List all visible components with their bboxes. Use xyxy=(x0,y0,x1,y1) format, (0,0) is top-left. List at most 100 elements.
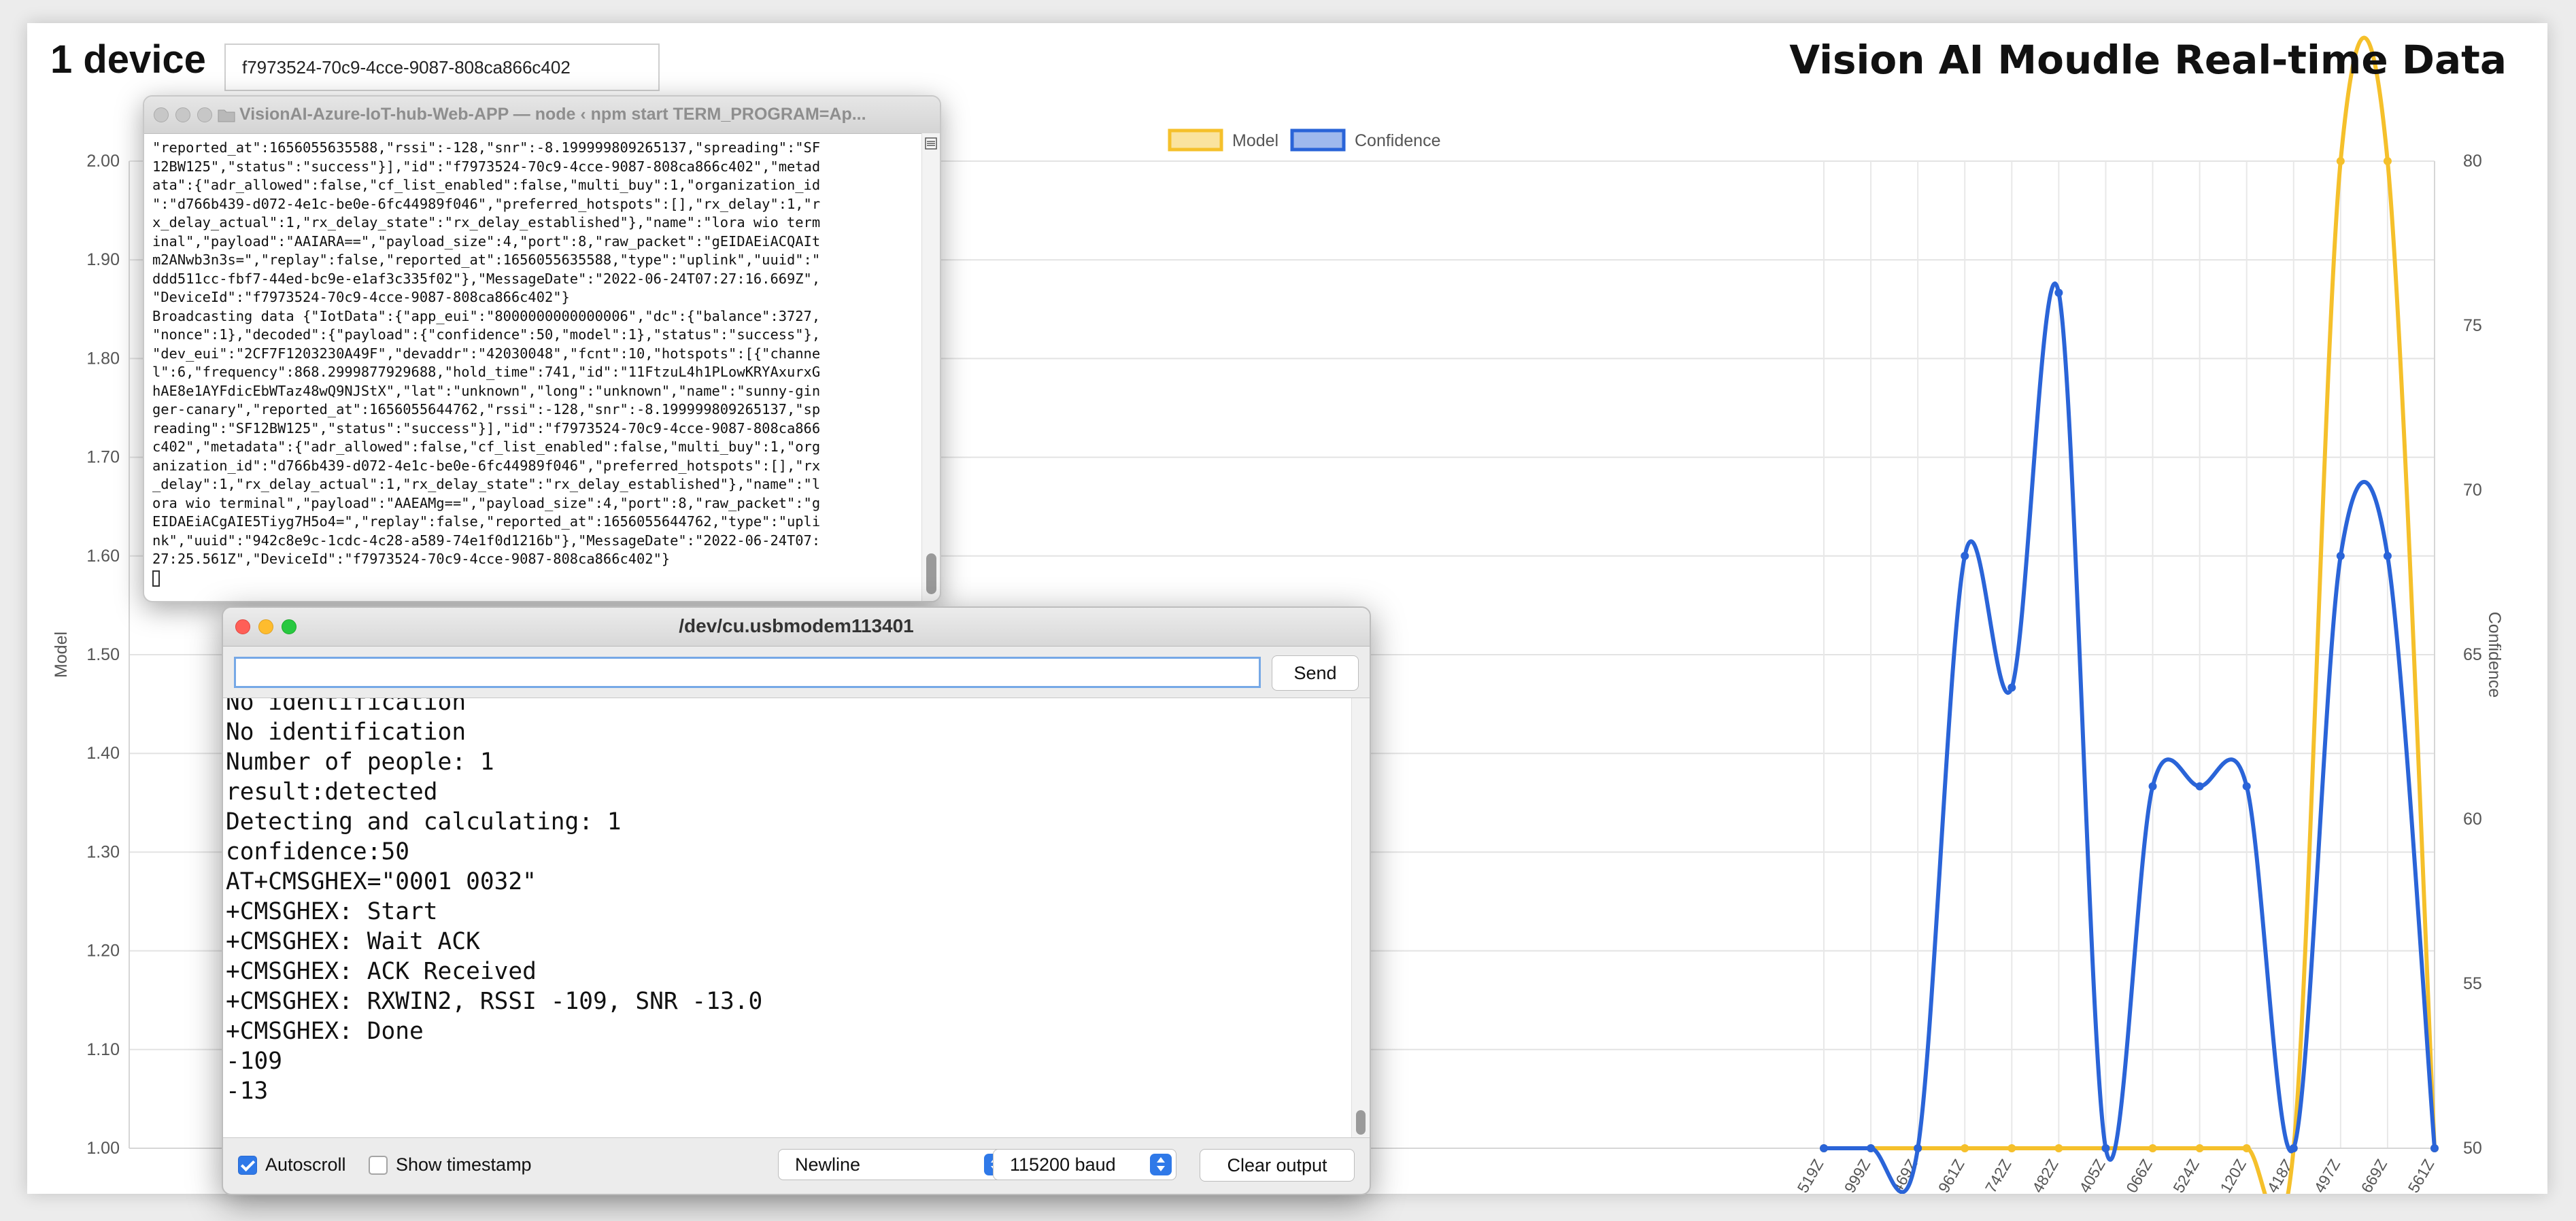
page-title: Vision AI Moudle Real-time Data xyxy=(1789,37,2507,83)
x-tick-label: 482Z xyxy=(2029,1156,2062,1194)
terminal-line: ddd511cc-fbf7-44ed-bc9e-e1af3c335f02"},"… xyxy=(152,270,821,287)
y-tick-right: 65 xyxy=(2463,645,2482,664)
data-point-confidence xyxy=(2383,551,2392,560)
terminal-line: EIDAEiACgAIE5Tiyg7H5o4=","replay":false,… xyxy=(152,513,821,530)
x-tick-label: 742Z xyxy=(1982,1156,2015,1194)
y-tick-right: 70 xyxy=(2463,481,2482,500)
x-tick-label: 405Z xyxy=(2075,1156,2109,1194)
serial-output-line: No identification xyxy=(226,698,467,716)
zoom-icon[interactable] xyxy=(197,107,212,122)
folder-icon xyxy=(218,109,235,122)
x-tick-label: 669Z xyxy=(2358,1156,2391,1194)
serial-title-bar[interactable]: /dev/cu.usbmodem113401 xyxy=(223,608,1370,647)
device-id-input[interactable] xyxy=(224,44,660,91)
terminal-line: 12BW125","status":"success"}],"id":"f797… xyxy=(152,158,821,175)
data-point-confidence xyxy=(2242,782,2251,791)
serial-output-line: +CMSGHEX: Done xyxy=(226,1018,424,1045)
terminal-line: "dev_eui":"2CF7F1203230A49F","devaddr":"… xyxy=(152,345,821,362)
serial-scrollbar[interactable] xyxy=(1351,698,1370,1137)
serial-footer: Autoscroll Show timestamp Newline 115200… xyxy=(223,1137,1370,1194)
x-tick-label: 120Z xyxy=(2216,1156,2250,1194)
baud-rate-select[interactable]: 115200 baud xyxy=(993,1149,1176,1180)
terminal-line: "DeviceId":"f7973524-70c9-4cce-9087-808c… xyxy=(152,289,570,305)
y-tick-left: 1.20 xyxy=(86,942,120,961)
data-point-model xyxy=(1961,1144,1969,1152)
show-timestamp-label[interactable]: Show timestamp xyxy=(396,1154,532,1175)
data-point-model xyxy=(2054,1144,2063,1152)
autoscroll-label[interactable]: Autoscroll xyxy=(265,1154,346,1175)
y-tick-right: 50 xyxy=(2463,1139,2482,1158)
terminal-window[interactable]: VisionAI-Azure-IoT-hub-Web-APP — node ‹ … xyxy=(143,95,941,602)
serial-monitor-window[interactable]: /dev/cu.usbmodem113401 Send No identific… xyxy=(222,606,1371,1195)
y-tick-left: 1.50 xyxy=(86,645,120,664)
y-tick-left: 1.60 xyxy=(86,547,120,566)
split-pane-icon[interactable] xyxy=(925,137,937,150)
y-tick-left: 1.90 xyxy=(86,250,120,269)
terminal-cursor xyxy=(152,570,160,587)
line-ending-select[interactable]: Newline xyxy=(778,1149,1011,1180)
x-tick-label: 561Z xyxy=(2405,1156,2438,1194)
data-point-model xyxy=(2242,1144,2251,1152)
show-timestamp-checkbox[interactable] xyxy=(369,1156,388,1175)
data-point-confidence xyxy=(1820,1144,1828,1152)
terminal-line: inal","payload":"AAIARA==","payload_size… xyxy=(152,233,821,250)
x-tick-label: 961Z xyxy=(1935,1156,1968,1194)
terminal-line: _delay":1,"rx_delay_actual":1,"rx_delay_… xyxy=(152,476,821,492)
legend-label-model: Model xyxy=(1232,131,1278,150)
serial-output-line: confidence:50 xyxy=(226,838,410,865)
terminal-line: anization_id":"d766b439-d072-4e1c-be0e-6… xyxy=(152,457,821,474)
terminal-line: ":"d766b439-d072-4e1c-be0e-6fc44989f046"… xyxy=(152,195,821,212)
select-arrows-icon xyxy=(1150,1154,1172,1175)
terminal-line: c402","metadata":{"adr_allowed":false,"c… xyxy=(152,438,821,455)
serial-output-line: +CMSGHEX: Wait ACK xyxy=(226,928,480,955)
y-tick-right: 55 xyxy=(2463,974,2482,993)
line-ending-value: Newline xyxy=(795,1154,861,1175)
legend-label-confidence: Confidence xyxy=(1355,131,1440,150)
legend-swatch-model xyxy=(1168,128,1223,152)
y-tick-left: 1.10 xyxy=(86,1040,120,1059)
terminal-title-bar[interactable]: VisionAI-Azure-IoT-hub-Web-APP — node ‹ … xyxy=(144,97,940,134)
device-count: 1 device xyxy=(50,37,206,82)
data-point-confidence xyxy=(1961,551,1969,560)
data-point-model xyxy=(2195,1144,2204,1152)
data-point-confidence xyxy=(2336,551,2345,560)
serial-output-line: -109 xyxy=(226,1048,283,1075)
terminal-line: nk","uuid":"942c8e9c-1cdc-4c28-a589-74e1… xyxy=(152,532,821,549)
serial-output-line: Detecting and calculating: 1 xyxy=(226,808,622,836)
serial-scroll-thumb[interactable] xyxy=(1356,1110,1366,1135)
serial-output-line: No identification xyxy=(226,719,467,746)
terminal-line: Broadcasting data {"IotData":{"app_eui":… xyxy=(152,307,821,324)
terminal-scroll-thumb[interactable] xyxy=(926,553,936,594)
y-tick-left: 2.00 xyxy=(86,152,120,171)
serial-title: /dev/cu.usbmodem113401 xyxy=(679,615,914,636)
data-point-model xyxy=(2336,157,2345,165)
serial-output-line: +CMSGHEX: ACK Received xyxy=(226,958,537,985)
serial-output[interactable]: No identification No identification Number… xyxy=(223,698,1370,1138)
serial-send-input[interactable] xyxy=(234,657,1261,688)
terminal-line: hAE8e1AYFdicEbWTaz48wQ9NJStX","lat":"unk… xyxy=(152,382,821,399)
terminal-line: "nonce":1},"decoded":{"payload":{"confid… xyxy=(152,326,821,343)
data-point-confidence xyxy=(2054,288,2063,297)
y-tick-left: 1.00 xyxy=(86,1139,120,1158)
x-tick-label: 519Z xyxy=(1794,1156,1827,1194)
autoscroll-checkbox[interactable] xyxy=(238,1156,257,1175)
terminal-line: x_delay_actual":1,"rx_delay_state":"rx_d… xyxy=(152,214,821,230)
y-axis-label-left: Model xyxy=(52,632,71,678)
data-point-confidence xyxy=(1867,1144,1876,1152)
y-axis-label-right: Confidence xyxy=(2485,612,2504,698)
x-tick-label: 497Z xyxy=(2310,1156,2343,1194)
clear-output-button[interactable]: Clear output xyxy=(1200,1149,1355,1182)
send-button[interactable]: Send xyxy=(1272,655,1359,691)
terminal-output[interactable]: "reported_at":1656055635588,"rssi":-128,… xyxy=(144,133,940,601)
data-point-confidence xyxy=(2289,1144,2298,1152)
terminal-line: 27:25.561Z","DeviceId":"f7973524-70c9-4c… xyxy=(152,551,671,567)
minimize-icon[interactable] xyxy=(175,107,190,122)
terminal-title: VisionAI-Azure-IoT-hub-Web-APP — node ‹ … xyxy=(239,105,866,124)
legend-swatch-confidence xyxy=(1290,128,1346,152)
close-icon[interactable] xyxy=(154,107,169,122)
terminal-line: ger-canary","reported_at":1656055644762,… xyxy=(152,401,821,417)
serial-output-line: -13 xyxy=(226,1078,269,1105)
terminal-scrollbar[interactable] xyxy=(921,133,940,601)
data-point-model xyxy=(2007,1144,2016,1152)
data-point-model xyxy=(2148,1144,2157,1152)
